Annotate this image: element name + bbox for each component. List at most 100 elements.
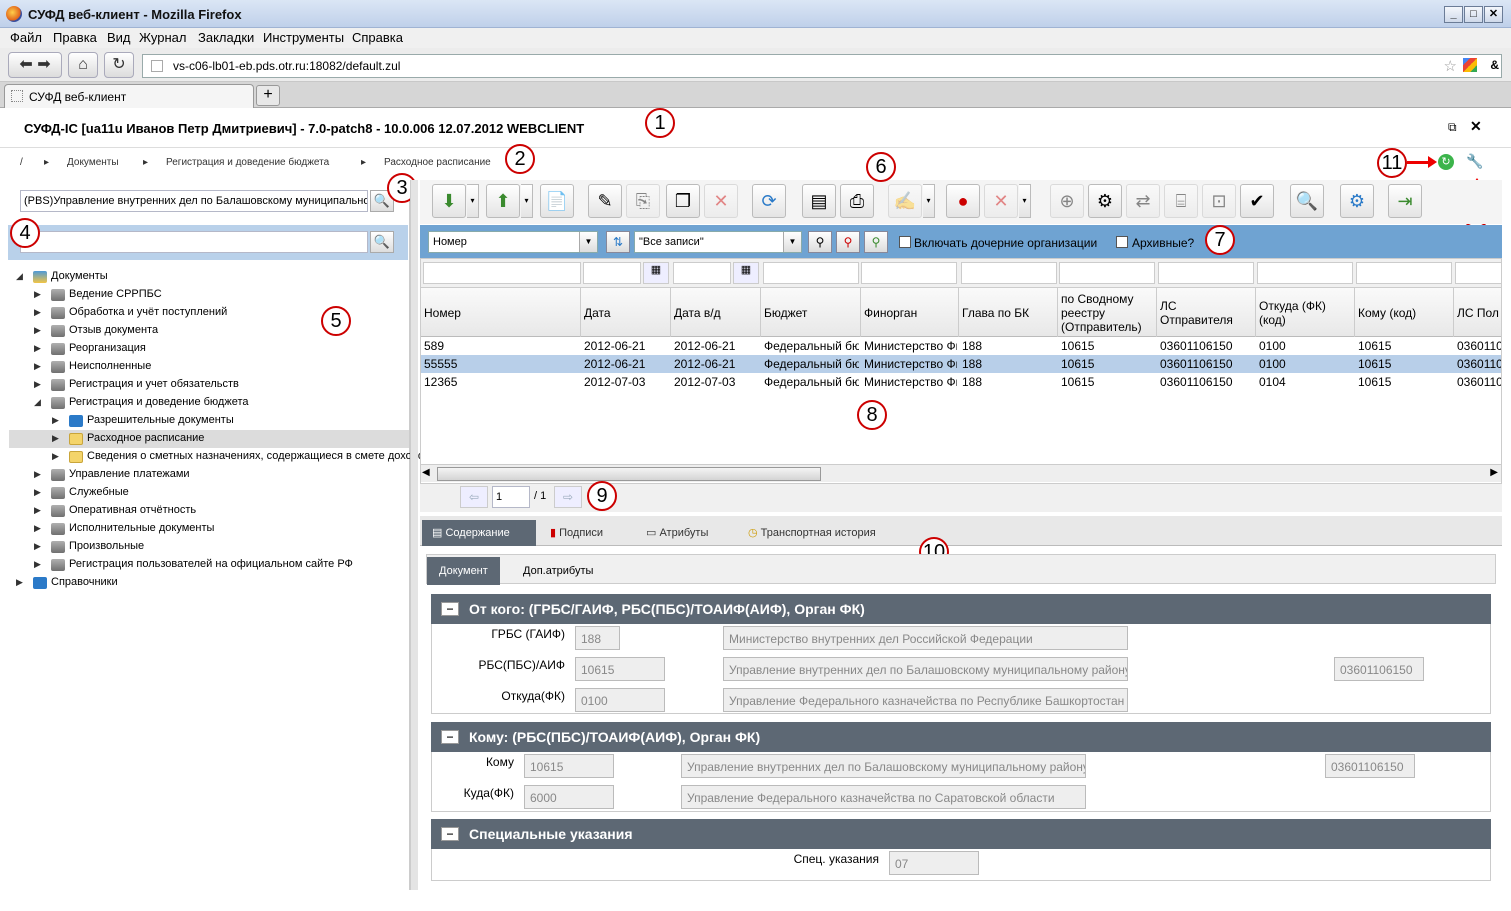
filter-cell[interactable] <box>961 262 1057 284</box>
tree-item[interactable]: ▶ Разрешительные документы <box>8 412 408 430</box>
column-header[interactable]: Глава по БК <box>959 288 1058 337</box>
filter-cell[interactable] <box>861 262 957 284</box>
tab-content[interactable]: ▤ Содержание <box>422 520 536 546</box>
archived-checkbox[interactable] <box>1116 236 1128 248</box>
sign-icon[interactable]: ✍ <box>888 184 922 218</box>
refresh-icon[interactable]: ⟳ <box>752 184 786 218</box>
menu-tools[interactable]: Инструменты <box>263 30 344 45</box>
minimize-icon[interactable]: _ <box>1444 6 1463 23</box>
splitter[interactable] <box>410 180 418 890</box>
tree-item[interactable]: ▶ Справочники <box>8 574 408 592</box>
tree-item[interactable]: ◢ Документы <box>8 268 408 286</box>
expand-icon[interactable]: ▶ <box>34 523 41 534</box>
prev-page-icon[interactable]: ⇦ <box>460 486 488 508</box>
section-special-header[interactable]: − Специальные указания <box>431 819 1491 849</box>
collapse-icon[interactable]: − <box>441 827 459 841</box>
column-header[interactable]: по Сводному реестру (Отправитель) <box>1058 288 1157 337</box>
expand-icon[interactable]: ▶ <box>34 307 41 318</box>
tree-item[interactable]: ▶ Реорганизация <box>8 340 408 358</box>
filter-field-select[interactable]: Номер ▼ <box>428 231 598 253</box>
column-header[interactable]: Номер <box>421 288 581 337</box>
tree-item[interactable]: ▶ Расходное расписание <box>8 430 408 448</box>
filter-cell[interactable] <box>1158 262 1254 284</box>
url-field[interactable]: vs-c06-lb01-eb.pds.otr.ru:18082/default.… <box>142 54 1502 78</box>
close-icon[interactable]: ✕ <box>1484 6 1503 23</box>
expand-icon[interactable]: ▶ <box>34 505 41 516</box>
horizontal-scrollbar[interactable]: ◀ ▶ <box>421 464 1501 482</box>
table-row[interactable]: 55555 2012-06-21 2012-06-21 Федеральный бюд… <box>421 355 1501 373</box>
filter-cell[interactable] <box>1356 262 1452 284</box>
tab-transport[interactable]: ◷ Транспортная история <box>738 520 886 546</box>
menu-history[interactable]: Журнал <box>139 30 186 45</box>
subtab-extra-attributes[interactable]: Доп.атрибуты <box>511 557 605 585</box>
menu-help[interactable]: Справка <box>352 30 403 45</box>
collapse-icon[interactable]: − <box>441 602 459 616</box>
delete-icon[interactable]: ✕ <box>704 184 738 218</box>
refresh-status-icon[interactable]: ↻ <box>1438 154 1454 170</box>
tree-search-input[interactable] <box>20 231 368 253</box>
archive-icon[interactable]: ⌸ <box>1164 184 1198 218</box>
tree-item[interactable]: ▶ Оперативная отчётность <box>8 502 408 520</box>
calendar-icon[interactable]: ▦ <box>643 262 669 284</box>
export-dropdown-icon[interactable]: ▾ <box>521 184 533 218</box>
menu-file[interactable]: Файл <box>10 30 42 45</box>
new-tab-button[interactable]: + <box>256 85 280 106</box>
tree-item[interactable]: ▶ Сведения о сметных назначениях, содержа… <box>8 448 430 466</box>
home-icon[interactable]: ⌂ <box>68 52 98 78</box>
preview-icon[interactable]: ▤ <box>802 184 836 218</box>
filter-clear-icon[interactable]: ⚲ <box>836 231 860 253</box>
print-icon[interactable]: ⎙ <box>840 184 874 218</box>
export-icon[interactable]: ⬆ <box>486 184 520 218</box>
back-forward-icon[interactable]: ⬅ ➡ <box>8 52 62 78</box>
new-document-icon[interactable]: 📄 <box>540 184 574 218</box>
section-to-header[interactable]: − Кому: (РБС(ПБС)/ТОАИФ(АИФ), Орган ФК) <box>431 722 1491 752</box>
tree-item[interactable]: ▶ Служебные <box>8 484 408 502</box>
crumb-root[interactable]: / <box>20 157 23 168</box>
expand-icon[interactable]: ▶ <box>34 487 41 498</box>
google-icon[interactable] <box>1463 58 1477 72</box>
column-header[interactable]: Кому (код) <box>1355 288 1454 337</box>
column-header[interactable]: Финорган <box>861 288 959 337</box>
crumb-current[interactable]: Расходное расписание <box>384 157 491 168</box>
expand-icon[interactable]: ▶ <box>52 415 59 426</box>
scroll-left-icon[interactable]: ◀ <box>422 467 430 478</box>
expand-icon[interactable]: ▶ <box>34 541 41 552</box>
tree-item[interactable]: ▶ Исполнительные документы <box>8 520 408 538</box>
expand-icon[interactable]: ▶ <box>34 559 41 570</box>
table-row[interactable]: 589 2012-06-21 2012-06-21 Федеральный бюдже… <box>421 337 1501 355</box>
exit-icon[interactable]: ⇥ <box>1388 184 1422 218</box>
expand-icon[interactable]: ▶ <box>34 469 41 480</box>
sort-icon[interactable]: ⇅ <box>606 231 630 253</box>
include-children-checkbox[interactable] <box>899 236 911 248</box>
scroll-right-icon[interactable]: ▶ <box>1490 467 1498 478</box>
column-header[interactable]: Бюджет <box>761 288 861 337</box>
menu-view[interactable]: Вид <box>107 30 131 45</box>
tree-item[interactable]: ▶ Ведение СРРПБС <box>8 286 408 304</box>
menu-bookmarks[interactable]: Закладки <box>198 30 254 45</box>
sign-dropdown-icon[interactable]: ▾ <box>923 184 935 218</box>
settings-doc-icon[interactable]: ⚙ <box>1088 184 1122 218</box>
records-select[interactable]: "Все записи" ▼ <box>634 231 802 253</box>
filter-cell[interactable] <box>1059 262 1155 284</box>
filter-cell[interactable] <box>423 262 581 284</box>
expand-icon[interactable]: ▶ <box>16 577 23 588</box>
expand-icon[interactable]: ▶ <box>34 379 41 390</box>
filter-cell[interactable] <box>1257 262 1353 284</box>
tab-attributes[interactable]: ▭ Атрибуты <box>636 520 718 546</box>
tree-item[interactable]: ▶ Регистрация и учет обязательств <box>8 376 408 394</box>
edit-icon[interactable]: ✎ <box>588 184 622 218</box>
gear-icon[interactable]: ⚙ <box>1340 184 1374 218</box>
filter-icon[interactable]: ⚲ <box>808 231 832 253</box>
subtab-document[interactable]: Документ <box>427 557 500 585</box>
expand-icon[interactable]: ▶ <box>34 343 41 354</box>
column-header[interactable]: Откуда (ФК) (код) <box>1256 288 1355 337</box>
tree-item[interactable]: ▶ Управление платежами <box>8 466 408 484</box>
column-header[interactable]: Дата в/д <box>671 288 761 337</box>
expand-icon[interactable]: ▶ <box>34 325 41 336</box>
copy-icon[interactable]: ❐ <box>666 184 700 218</box>
verify-icon[interactable]: ✔ <box>1240 184 1274 218</box>
lock-icon[interactable]: ⊡ <box>1202 184 1236 218</box>
star-icon[interactable]: ☆ <box>1444 57 1457 75</box>
ampersand-icon[interactable]: & <box>1490 58 1499 72</box>
org-selector[interactable]: (PBS)Управление внутренних дел по Балашо… <box>20 190 368 212</box>
